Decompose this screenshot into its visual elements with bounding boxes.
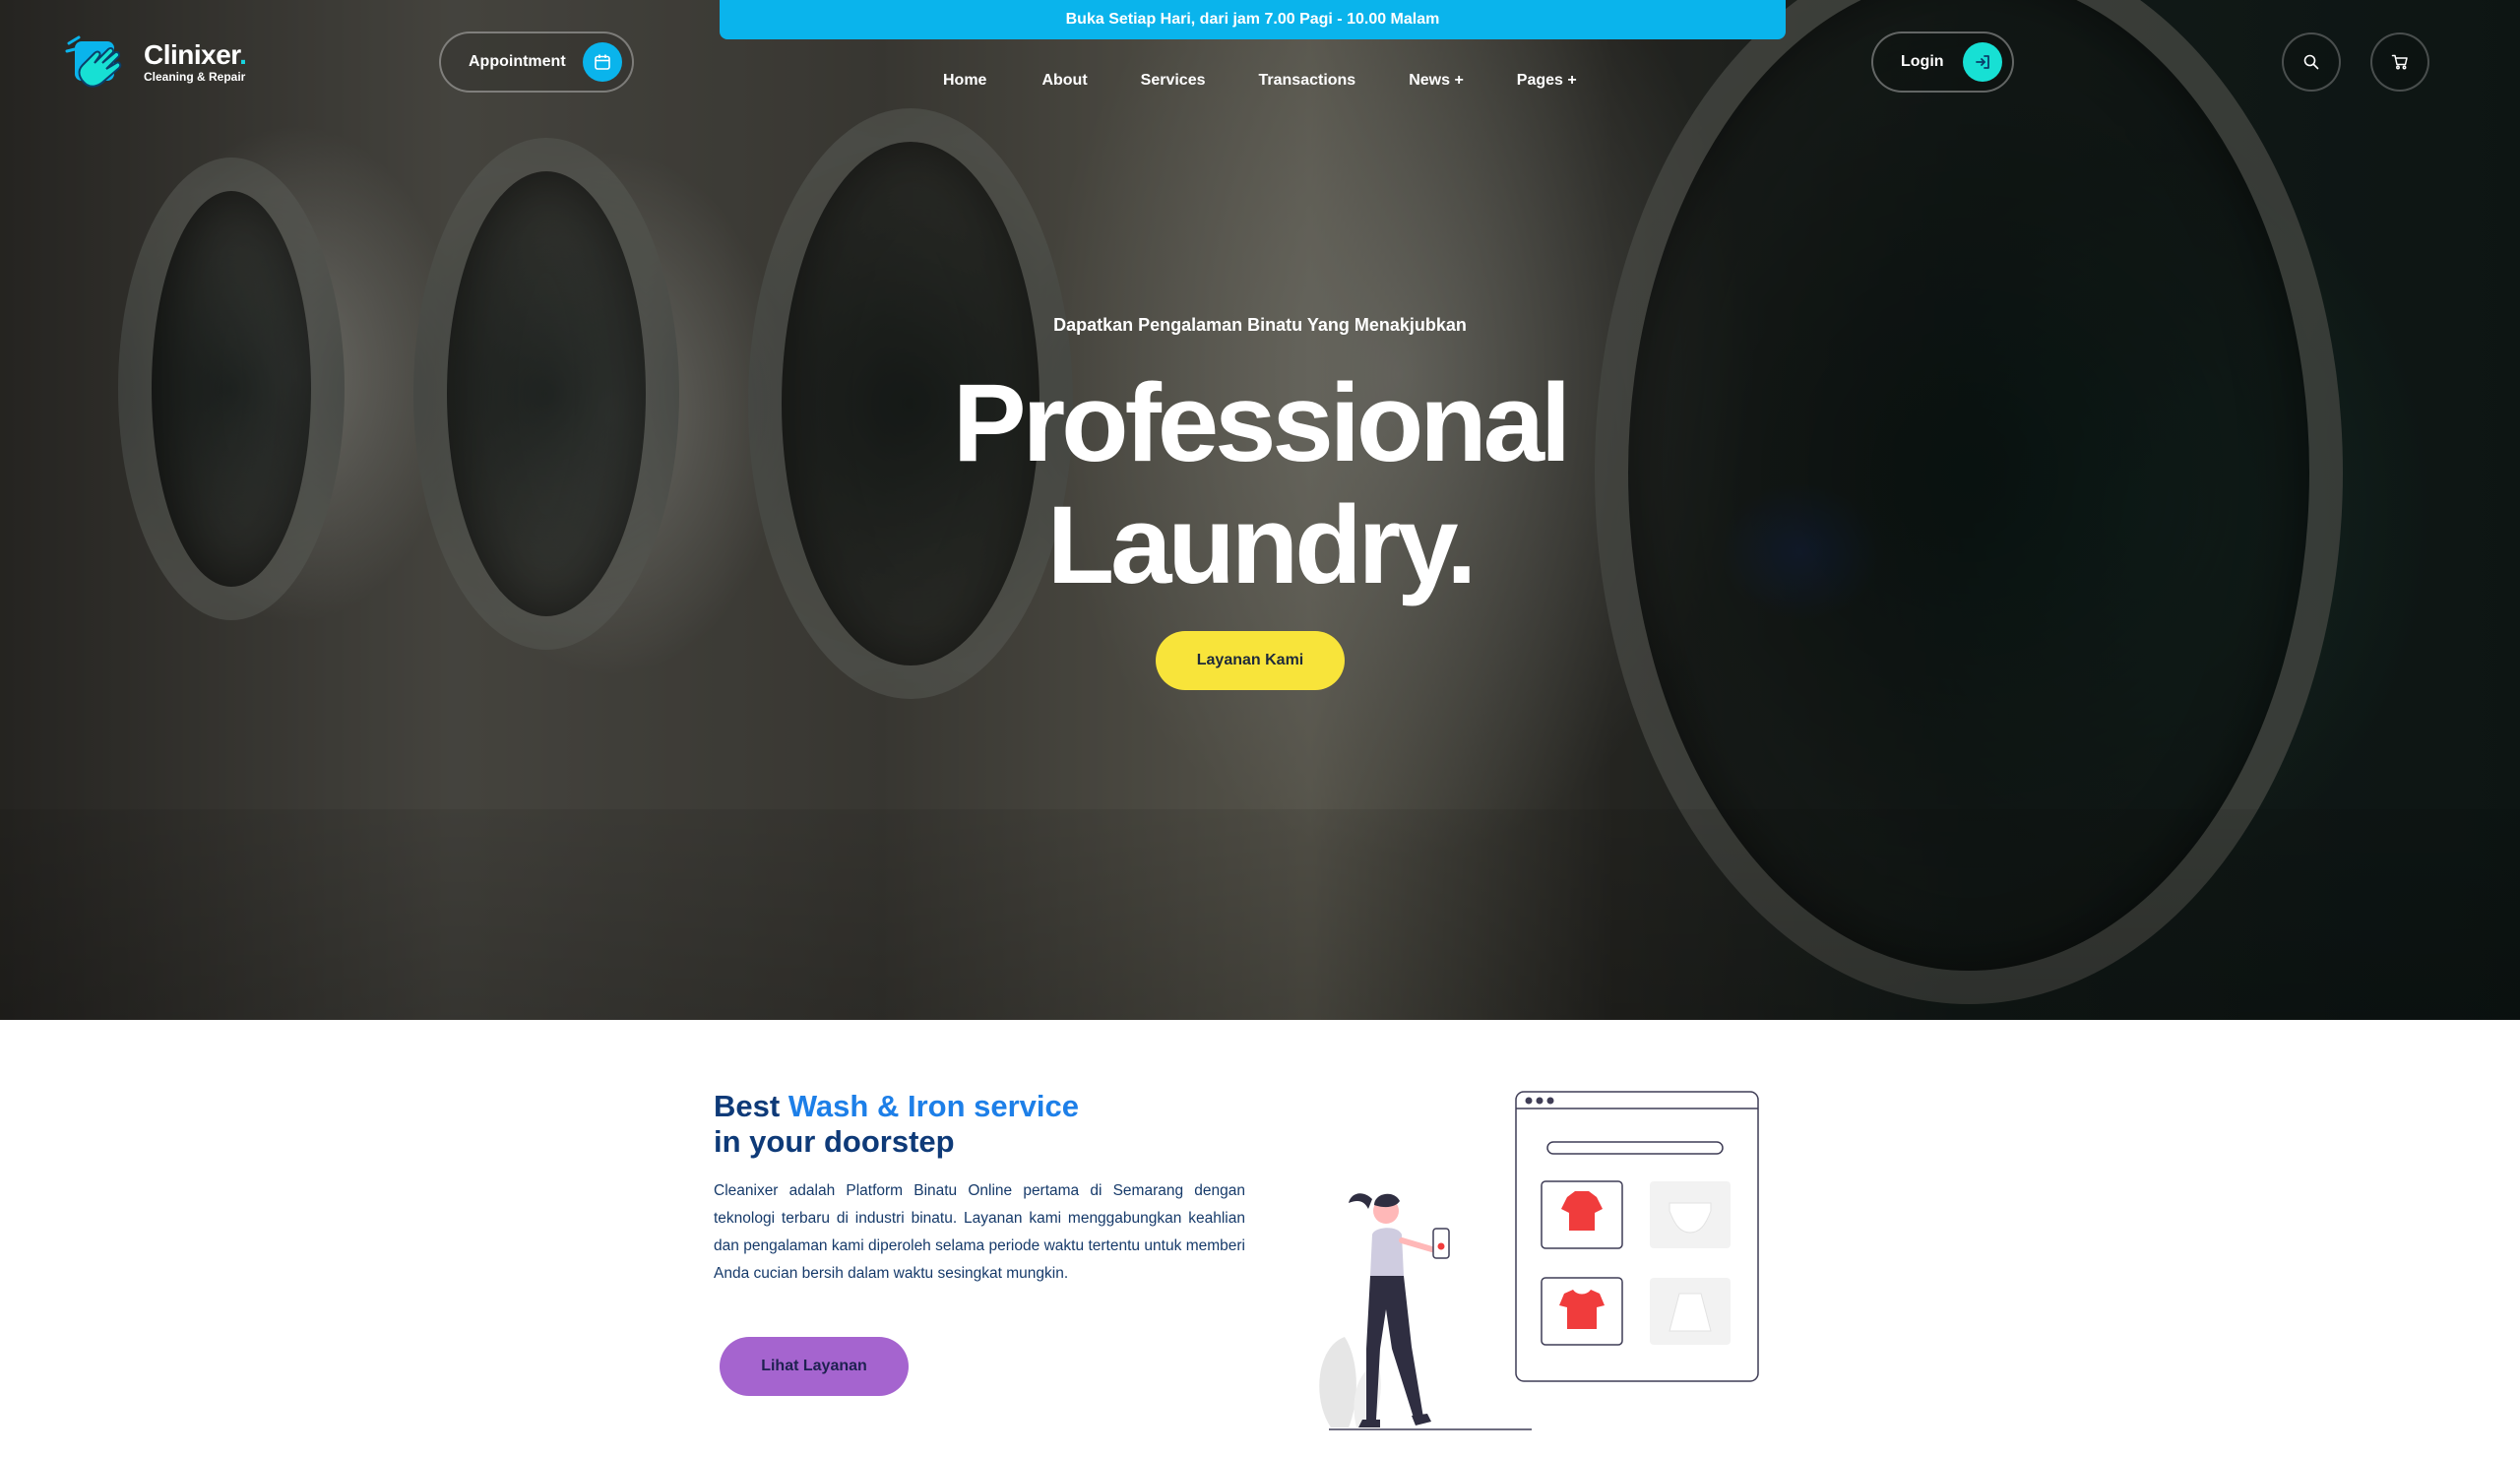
view-services-button[interactable]: Lihat Layanan	[720, 1337, 909, 1396]
hero-title: Professional Laundry.	[0, 362, 2520, 606]
nav-news[interactable]: News +	[1409, 69, 1464, 93]
hero-lower-band	[0, 809, 2520, 1020]
about-heading-line2: in your doorstep	[714, 1124, 955, 1159]
cleaning-hand-icon	[65, 35, 122, 88]
search-icon	[2303, 54, 2319, 70]
about-heading-accent: Wash & Iron service	[788, 1089, 1079, 1123]
nav-about[interactable]: About	[1041, 69, 1087, 93]
search-button[interactable]	[2282, 32, 2341, 92]
brand-logo[interactable]: Clinixer. Cleaning & Repair	[65, 28, 247, 96]
main-navigation: Home About Services Transactions News + …	[943, 69, 1577, 93]
about-heading-prefix: Best	[714, 1089, 788, 1123]
our-services-button[interactable]: Layanan Kami	[1156, 631, 1345, 690]
hero-title-line1: Professional	[952, 361, 1571, 484]
nav-transactions[interactable]: Transactions	[1259, 69, 1356, 93]
opening-hours-banner: Buka Setiap Hari, dari jam 7.00 Pagi - 1…	[720, 0, 1786, 39]
hero-subtitle: Dapatkan Pengalaman Binatu Yang Menakjub…	[1053, 315, 1467, 335]
login-label: Login	[1901, 53, 1944, 70]
brand-name: Clinixer.	[144, 39, 247, 70]
nav-pages[interactable]: Pages +	[1517, 69, 1577, 93]
cart-button[interactable]	[2370, 32, 2429, 92]
about-heading: Best Wash & Iron service in your doorste…	[714, 1089, 1079, 1160]
online-laundry-illustration	[1319, 1091, 1759, 1430]
login-button[interactable]: Login	[1871, 32, 2014, 93]
appointment-button[interactable]: Appointment	[439, 32, 634, 93]
nav-home[interactable]: Home	[943, 69, 986, 93]
calendar-icon	[583, 42, 622, 82]
cart-icon	[2391, 54, 2408, 70]
brand-tagline: Cleaning & Repair	[144, 70, 246, 84]
appointment-label: Appointment	[469, 53, 566, 70]
hero-title-line2: Laundry.	[1046, 483, 1478, 606]
nav-services[interactable]: Services	[1141, 69, 1206, 93]
login-arrow-icon	[1963, 42, 2002, 82]
about-description: Cleanixer adalah Platform Binatu Online …	[714, 1182, 1245, 1282]
